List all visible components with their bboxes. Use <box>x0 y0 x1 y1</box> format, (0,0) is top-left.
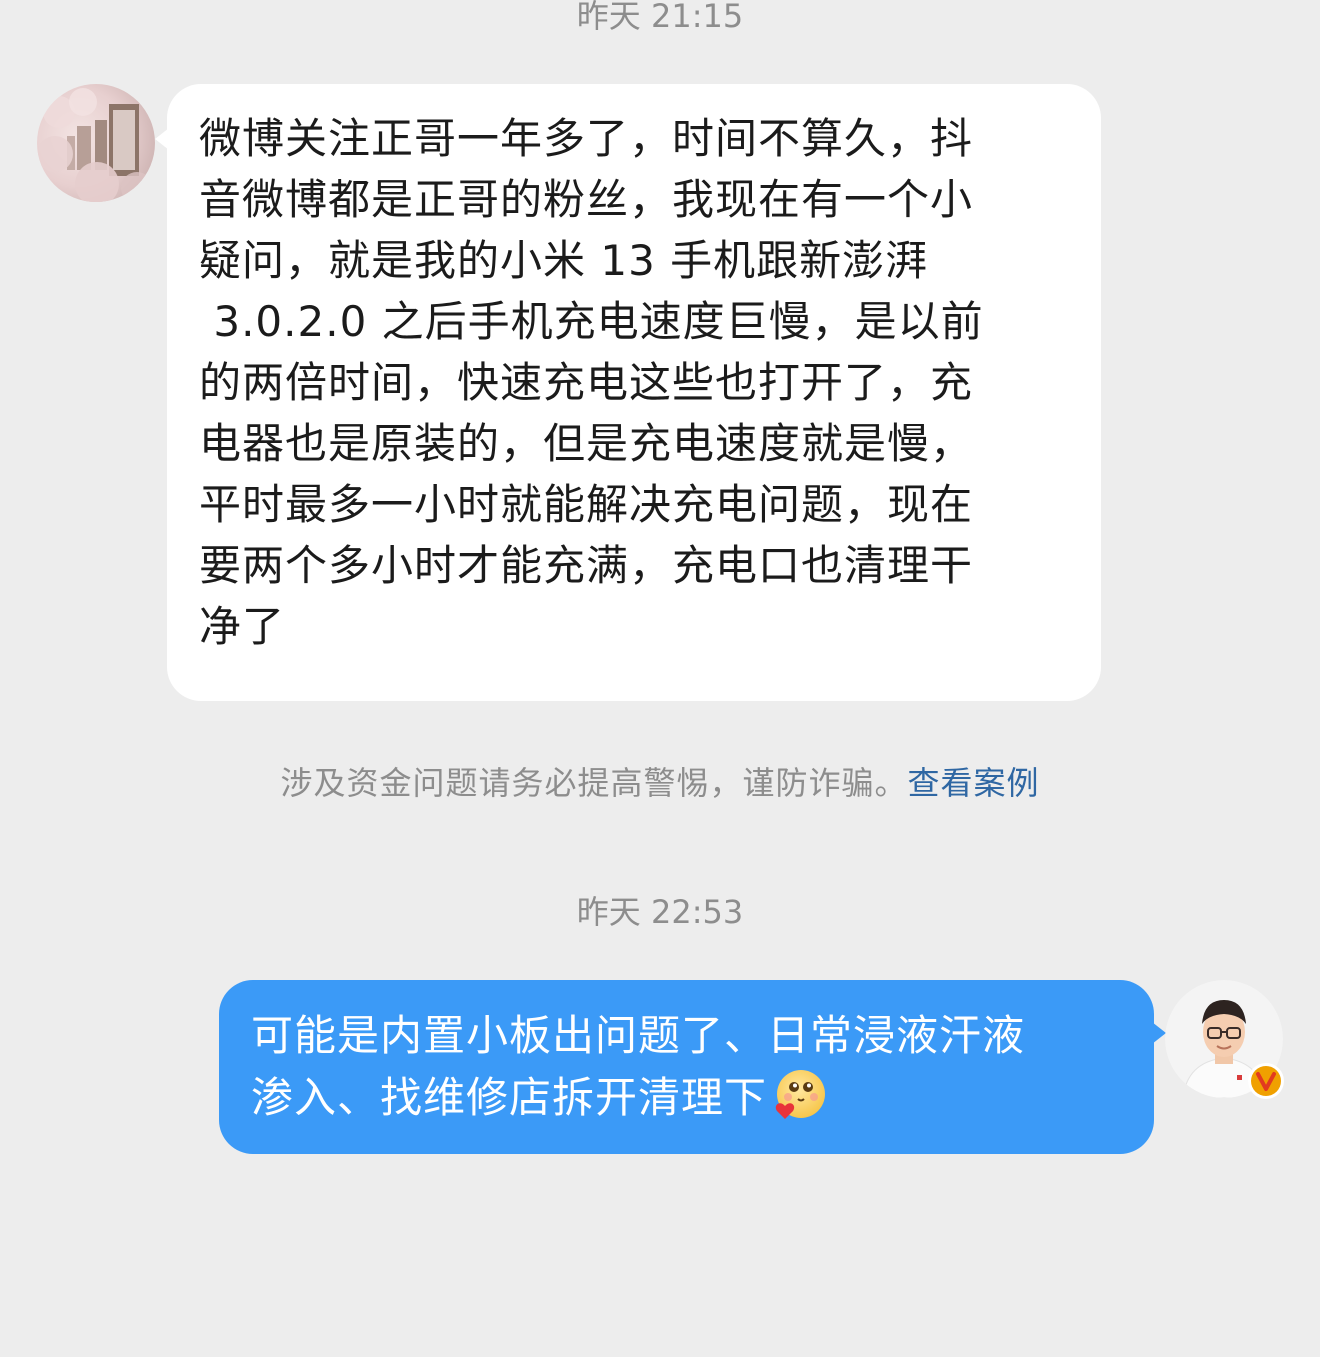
incoming-message-bubble[interactable]: 微博关注正哥一年多了，时间不算久，抖 音微博都是正哥的粉丝，我现在有一个小 疑问… <box>155 84 1101 701</box>
message-line: 微博关注正哥一年多了，时间不算久，抖 <box>199 114 974 163</box>
message-line: 要两个多小时才能充满，充电口也清理干 <box>199 541 974 590</box>
message-line: 的两倍时间，快速充电这些也打开了，充 <box>199 358 974 407</box>
outgoing-message-bubble[interactable]: 可能是内置小板出问题了、日常浸液汗液 渗入、找维修店拆开清理下 <box>219 980 1166 1154</box>
blush-with-heart-emoji-icon <box>771 1066 827 1138</box>
message-line: 渗入、找维修店拆开清理下 <box>251 1066 1114 1138</box>
timestamp-2: 昨天 22:53 <box>576 893 744 931</box>
reply-account-avatar[interactable] <box>1165 980 1284 1099</box>
safety-notice: 涉及资金问题请务必提高警惕，谨防诈骗。查看案例 <box>0 762 1320 804</box>
message-line: 电器也是原装的，但是充电速度就是慢， <box>199 419 974 468</box>
message-line: 3.0.2.0 之后手机充电速度巨慢，是以前 <box>199 297 984 346</box>
message-line: 平时最多一小时就能解决充电问题，现在 <box>199 480 974 529</box>
timestamp-1: 昨天 21:15 <box>576 0 744 35</box>
view-cases-link[interactable]: 查看案例 <box>908 764 1040 802</box>
message-line: 净了 <box>199 602 286 651</box>
verified-v-badge-icon <box>1248 1063 1284 1099</box>
message-line: 音微博都是正哥的粉丝，我现在有一个小 <box>199 175 974 224</box>
cherry-blossom-photo-icon <box>37 84 155 202</box>
message-line: 可能是内置小板出问题了、日常浸液汗液 <box>251 1011 1026 1060</box>
sender-avatar[interactable] <box>37 84 155 202</box>
message-line: 疑问，就是我的小米 13 手机跟新澎湃 <box>199 236 929 285</box>
safety-notice-text: 涉及资金问题请务必提高警惕，谨防诈骗。 <box>280 764 908 802</box>
message-line-text: 渗入、找维修店拆开清理下 <box>251 1073 768 1122</box>
